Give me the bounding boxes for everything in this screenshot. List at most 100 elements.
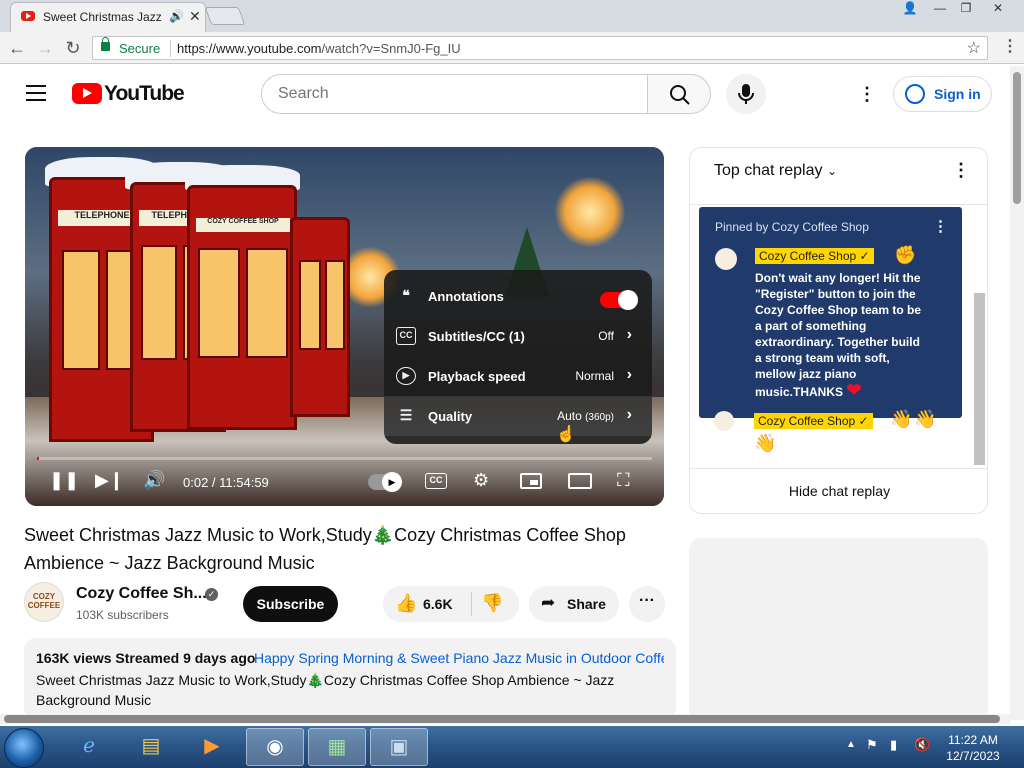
like-count[interactable]: 6.6K: [423, 596, 453, 612]
chat-header-label: Top chat replay: [714, 162, 823, 179]
youtube-logo-icon[interactable]: [72, 83, 102, 104]
pause-icon[interactable]: ❚❚: [49, 470, 79, 491]
live-chat-panel: Top chat replay ⌄ ⋮ Pinned by Cozy Coffe…: [689, 147, 988, 514]
booth-window: [299, 260, 321, 350]
account-icon: [905, 84, 925, 104]
speaker-icon[interactable]: 🔊: [169, 9, 184, 23]
message-avatar: [714, 411, 734, 431]
related-video-link[interactable]: Happy Spring Morning & Sweet Piano Jazz …: [254, 650, 664, 666]
chat-scrollbar[interactable]: [974, 293, 985, 465]
scrollbar-thumb[interactable]: [4, 715, 1000, 723]
browser-tab-strip: Sweet Christmas Jazz 🔊 ✕ 👤 — ❐ ✕: [0, 0, 1024, 32]
pinned-message-text: Don't wait any longer! Hit the "Register…: [755, 270, 929, 400]
chat-mode-dropdown[interactable]: Top chat replay ⌄: [714, 162, 837, 180]
video-player[interactable]: TELEPHONE TELEPHONE COZY COFFEE SHOP ❝ A…: [25, 147, 664, 506]
booth-window: [141, 245, 177, 360]
search-input[interactable]: [261, 74, 648, 114]
close-window-icon[interactable]: ✕: [984, 0, 1012, 18]
sign-in-button[interactable]: Sign in: [893, 76, 992, 112]
quality-value: Auto: [557, 409, 582, 423]
time-display: 0:02 / 11:54:59: [183, 475, 269, 490]
scrollbar-thumb[interactable]: [1013, 72, 1021, 204]
file-explorer-icon[interactable]: ▤: [122, 728, 180, 766]
more-actions-icon[interactable]: ···: [629, 586, 665, 622]
dislike-button[interactable]: 👎: [481, 593, 503, 614]
restore-icon[interactable]: ❐: [952, 0, 980, 18]
player-settings-menu: ❝ Annotations CC Subtitles/CC (1) Off › …: [384, 270, 652, 444]
chat-messages: Pinned by Cozy Coffee Shop ⋮ Cozy Coffee…: [690, 204, 987, 466]
video-title: Sweet Christmas Jazz Music to Work,Study…: [24, 525, 626, 573]
url-path: /watch?v=SnmJ0-Fg_IU: [321, 41, 461, 56]
theater-mode-icon[interactable]: [568, 473, 592, 489]
user-icon[interactable]: 👤: [896, 0, 924, 18]
volume-muted-icon[interactable]: 🔇: [914, 737, 930, 753]
chrome-taskbar-icon[interactable]: ◉: [246, 728, 304, 766]
message-emoji-2: 👋: [754, 433, 777, 453]
hamburger-menu-icon[interactable]: [26, 85, 46, 101]
voice-search-button[interactable]: [726, 74, 766, 114]
thumbs-down-icon: 👎: [481, 593, 504, 613]
settings-subtitles[interactable]: CC Subtitles/CC (1) Off ›: [384, 316, 652, 356]
tab-title: Sweet Christmas Jazz: [43, 10, 162, 24]
page-horizontal-scrollbar[interactable]: [0, 714, 1010, 724]
action-center-icon[interactable]: ⚑: [866, 737, 878, 753]
fullscreen-icon[interactable]: ⛶: [617, 470, 630, 491]
pinned-kebab-icon[interactable]: ⋮: [933, 217, 948, 235]
secure-label: Secure: [119, 41, 161, 56]
like-button[interactable]: 👍: [395, 593, 417, 614]
minimize-icon[interactable]: —: [926, 0, 954, 18]
mouse-cursor-icon: ☝: [556, 426, 576, 443]
browser-toolbar: ← → ↻ Secure https://www.youtube.com/wat…: [0, 32, 1024, 64]
reload-icon[interactable]: ↻: [62, 38, 84, 59]
settings-gear-icon[interactable]: ⚙: [473, 470, 489, 491]
description-box[interactable]: 163K views Streamed 9 days ago Happy Spr…: [24, 638, 676, 720]
network-icon[interactable]: ▮: [890, 737, 897, 753]
chat-kebab-icon[interactable]: ⋮: [952, 160, 970, 181]
search-button[interactable]: [647, 74, 711, 114]
internet-explorer-icon[interactable]: ℯ: [60, 728, 118, 766]
annotations-toggle[interactable]: [600, 290, 638, 310]
close-tab-icon[interactable]: ✕: [189, 8, 201, 25]
back-arrow-icon[interactable]: ←: [6, 38, 28, 59]
youtube-wordmark[interactable]: YouTube: [104, 82, 185, 106]
youtube-favicon-icon: [21, 11, 35, 21]
channel-name[interactable]: Cozy Coffee Sh...: [76, 585, 207, 603]
hide-chat-replay-button[interactable]: Hide chat replay: [690, 468, 987, 513]
subtitles-icon[interactable]: CC: [425, 473, 447, 489]
settings-playback-speed[interactable]: ▶ Playback speed Normal ›: [384, 356, 652, 396]
page-vertical-scrollbar[interactable]: [1010, 66, 1024, 720]
start-button[interactable]: [4, 728, 44, 768]
forward-arrow-icon[interactable]: →: [34, 38, 56, 59]
settings-label: Playback speed: [428, 369, 526, 384]
subscribe-button[interactable]: Subscribe: [243, 586, 338, 622]
control-panel-icon[interactable]: ▣: [370, 728, 428, 766]
subscriber-count: 103K subscribers: [76, 608, 169, 622]
volume-icon[interactable]: 🔊: [143, 470, 165, 491]
clock[interactable]: 11:22 AM 12/7/2023: [940, 732, 1006, 764]
share-label: Share: [567, 596, 606, 612]
address-bar[interactable]: Secure https://www.youtube.com/watch?v=S…: [92, 36, 988, 60]
media-player-icon[interactable]: ▶: [183, 728, 241, 766]
system-tray: ▲ ⚑ ▮ 🔇 11:22 AM 12/7/2023: [840, 726, 1024, 768]
settings-annotations[interactable]: ❝ Annotations: [384, 276, 652, 316]
description-text: Sweet Christmas Jazz Music to Work,Study…: [36, 672, 615, 708]
new-tab-button[interactable]: [204, 7, 246, 25]
share-button[interactable]: ➦ Share: [529, 586, 619, 622]
autoplay-toggle[interactable]: ▶: [368, 472, 402, 492]
url-text[interactable]: https://www.youtube.com/watch?v=SnmJ0-Fg…: [177, 41, 461, 56]
next-icon[interactable]: ▶❙: [95, 470, 124, 491]
channel-avatar[interactable]: COZY COFFEE: [24, 582, 64, 622]
playback-speed-icon: ▶: [396, 367, 416, 385]
pinned-emoji: ✊: [894, 245, 917, 265]
task-manager-icon[interactable]: ▦: [308, 728, 366, 766]
progress-bar[interactable]: [37, 457, 652, 460]
settings-quality[interactable]: ☰ Quality Auto (360p) ›: [384, 396, 652, 436]
browser-tab[interactable]: Sweet Christmas Jazz 🔊 ✕: [10, 2, 206, 32]
settings-kebab-icon[interactable]: ⋮: [858, 84, 876, 105]
show-hidden-icons-icon[interactable]: ▲: [846, 739, 856, 750]
settings-label: Quality: [428, 409, 473, 424]
bookmark-star-icon[interactable]: ☆: [967, 38, 981, 58]
miniplayer-icon[interactable]: [520, 473, 542, 489]
progress-fill: [37, 457, 39, 460]
browser-menu-icon[interactable]: ⋮: [1002, 36, 1018, 56]
